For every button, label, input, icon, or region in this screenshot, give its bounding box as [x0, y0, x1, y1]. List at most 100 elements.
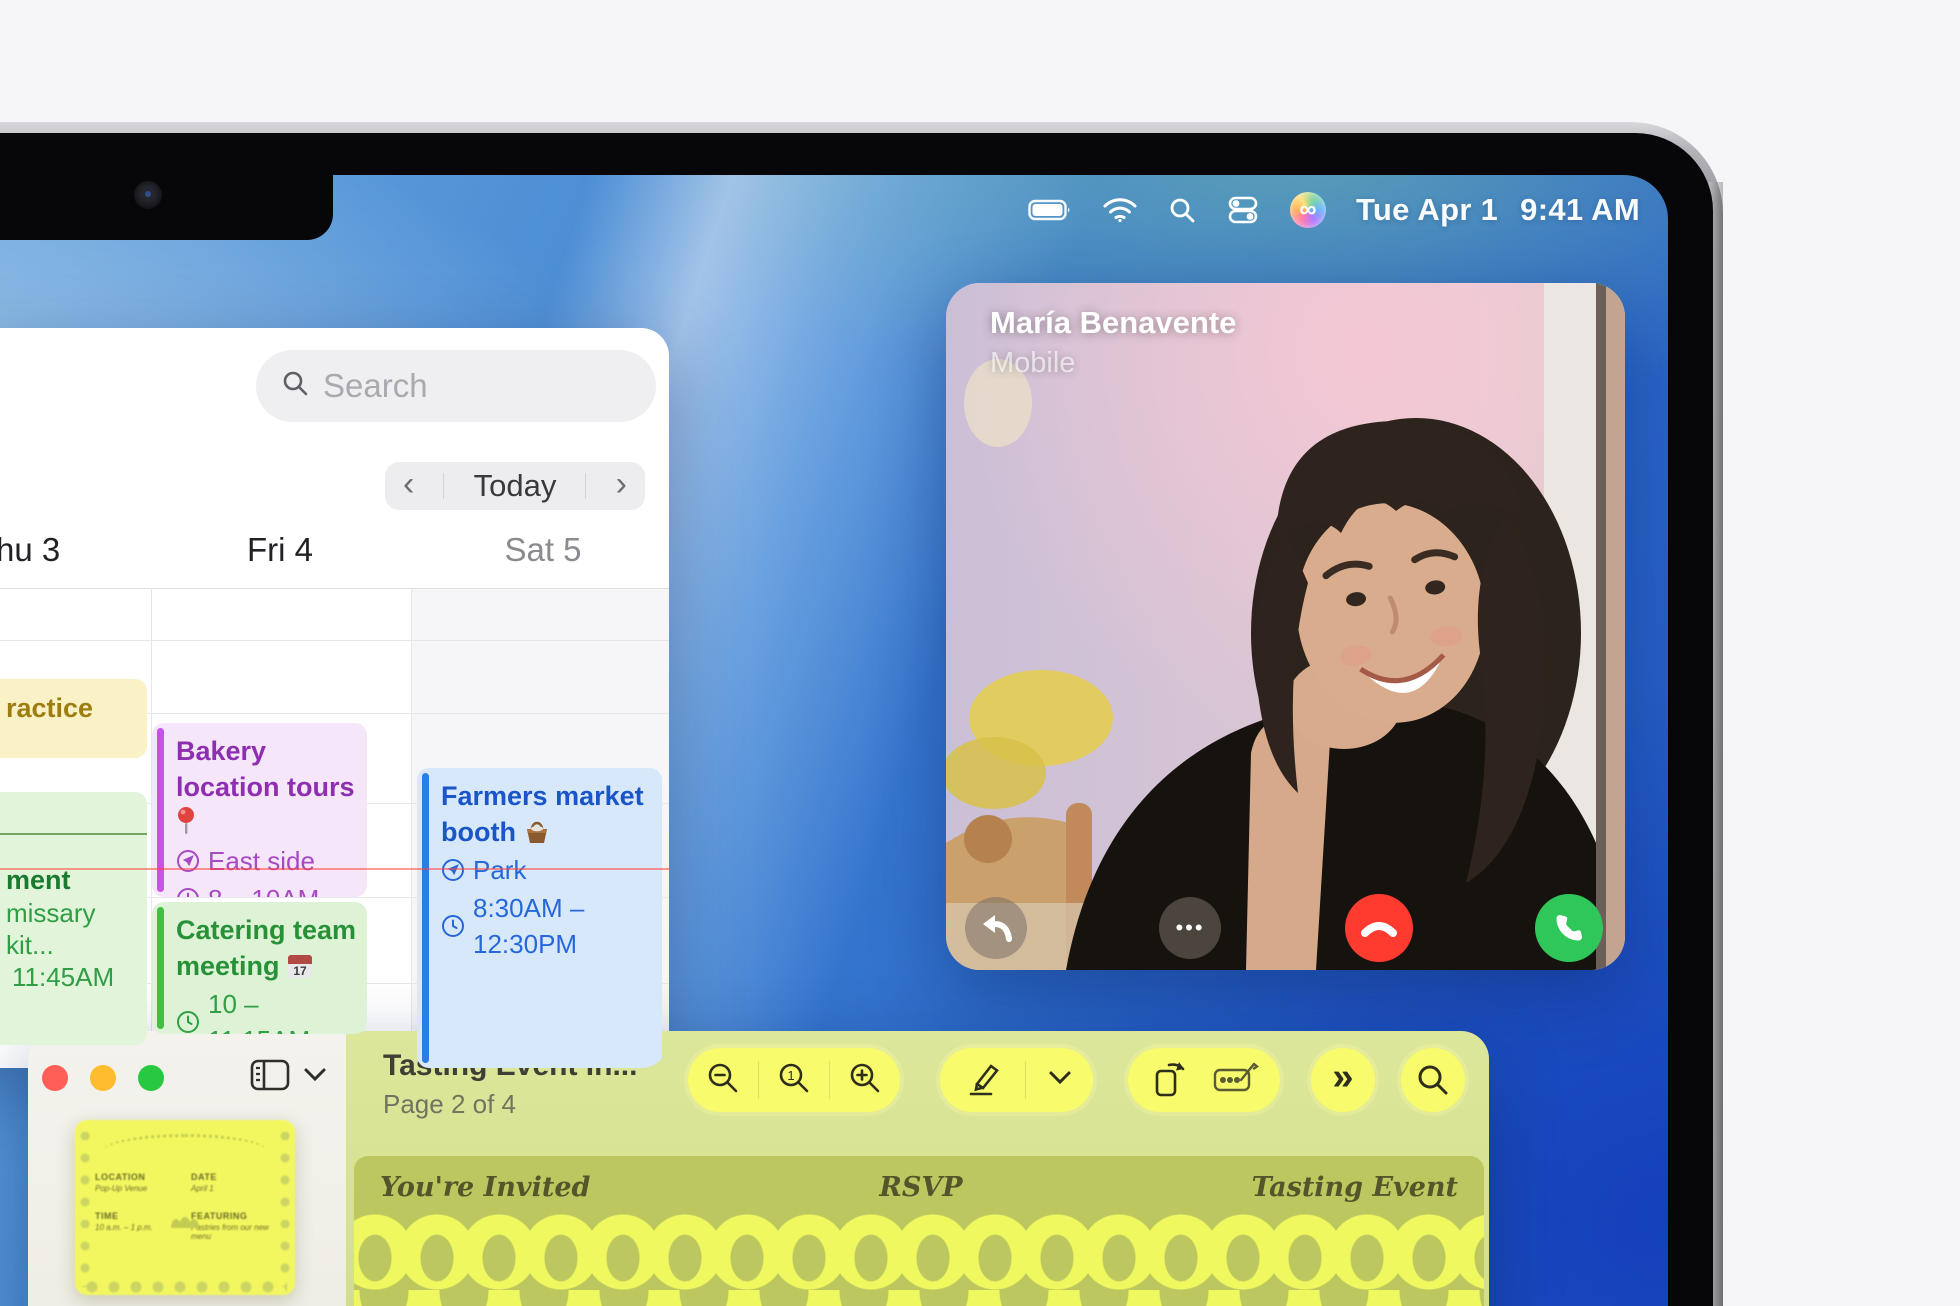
- macbook-screen: ∞ Tue Apr 1 9:41 AM ‹ Today ›: [0, 175, 1668, 1306]
- divider: [1025, 1061, 1026, 1099]
- clock-icon: [176, 887, 200, 897]
- day-header-row: hu 3 Fri 4 Sat 5: [0, 531, 669, 575]
- day-header-thu[interactable]: hu 3: [0, 531, 60, 569]
- next-day-button[interactable]: ›: [616, 467, 627, 501]
- thumb-location-label: LOCATION: [95, 1172, 185, 1182]
- clock-icon: [176, 1010, 200, 1034]
- doc-header-center: RSVP: [879, 1172, 962, 1203]
- day-header-sat[interactable]: Sat 5: [504, 531, 581, 569]
- annotation-tools-button[interactable]: [1213, 1060, 1259, 1101]
- event-color-stripe: [422, 773, 429, 1063]
- preview-window: LOCATION Pop-Up Venue DATE April 1 TIME …: [28, 1031, 1489, 1306]
- close-button[interactable]: [42, 1065, 68, 1091]
- svg-text:1: 1: [787, 1068, 794, 1083]
- accept-phone-icon: [1552, 911, 1586, 945]
- calendar-window: ‹ Today › hu 3 Fri 4 Sat 5 ractic: [0, 328, 669, 1068]
- document-header-row: You're Invited RSVP Tasting Event: [354, 1172, 1484, 1203]
- markup-pencil-button[interactable]: [963, 1058, 1003, 1103]
- event-location: East side: [208, 843, 315, 879]
- minimize-button[interactable]: [90, 1065, 116, 1091]
- day-header-fri[interactable]: Fri 4: [247, 531, 313, 569]
- preview-sidebar: LOCATION Pop-Up Venue DATE April 1 TIME …: [28, 1031, 346, 1306]
- more-options-button[interactable]: •••: [1159, 897, 1221, 959]
- decline-phone-icon: [1360, 917, 1398, 939]
- thumb-date-label: DATE: [191, 1172, 281, 1182]
- column-divider: [411, 588, 412, 1068]
- current-time-indicator: [0, 868, 669, 870]
- wifi-icon[interactable]: [1102, 196, 1138, 224]
- facetime-call-window: María Benavente Mobile •••: [946, 283, 1625, 970]
- divider: [585, 473, 586, 499]
- battery-icon[interactable]: [1028, 198, 1072, 222]
- rotate-button[interactable]: [1149, 1057, 1191, 1104]
- calendar-nav-control: ‹ Today ›: [385, 462, 645, 510]
- decline-call-button[interactable]: [1345, 894, 1413, 962]
- spotlight-icon[interactable]: [1168, 196, 1196, 224]
- page-indicator: Page 2 of 4: [383, 1089, 637, 1120]
- more-tools-button[interactable]: »: [1311, 1048, 1375, 1112]
- menu-bar-date: Tue Apr 1: [1356, 192, 1498, 228]
- reply-message-button[interactable]: [965, 897, 1027, 959]
- thumb-featuring-label: FEATURING: [191, 1211, 281, 1221]
- event-green-upper[interactable]: [0, 792, 147, 833]
- zoom-out-button[interactable]: [706, 1061, 740, 1100]
- divider: [443, 473, 444, 499]
- event-commissary[interactable]: ment missary kit... 11:45AM: [0, 835, 147, 1045]
- caller-name: María Benavente: [990, 305, 1236, 341]
- event-farmers-market[interactable]: Farmers market booth Park 8:30AM – 12:30…: [417, 768, 662, 1068]
- prev-day-button[interactable]: ‹: [403, 467, 414, 501]
- thumb-featuring-value: Pastries from our new menu: [191, 1223, 281, 1241]
- papel-picado-edge: [79, 1128, 91, 1287]
- location-icon: [441, 858, 465, 882]
- zoom-in-button[interactable]: [848, 1061, 882, 1100]
- divider: [758, 1061, 759, 1099]
- doc-header-right: Tasting Event: [1252, 1172, 1458, 1203]
- actual-size-button[interactable]: 1: [777, 1061, 811, 1100]
- event-bakery-tours[interactable]: Bakery location tours East side 8 – 10AM: [152, 723, 367, 897]
- accept-call-button[interactable]: [1535, 894, 1603, 962]
- search-input[interactable]: [321, 366, 630, 406]
- event-time: 11:45AM: [6, 961, 143, 993]
- page-thumbnail[interactable]: LOCATION Pop-Up Venue DATE April 1 TIME …: [75, 1120, 295, 1295]
- pin-icon: [176, 806, 196, 836]
- markup-controls: [940, 1048, 1093, 1112]
- ellipsis-icon: •••: [1175, 915, 1204, 941]
- menu-bar: ∞ Tue Apr 1 9:41 AM: [1028, 175, 1640, 245]
- search-icon: [1416, 1063, 1450, 1097]
- thumb-location-value: Pop-Up Venue: [95, 1184, 185, 1193]
- event-time: 10 – 11:15AM: [208, 986, 357, 1034]
- grid-line: [0, 588, 669, 589]
- event-catering-meeting[interactable]: Catering team meeting 17 10 – 11:15AM: [152, 902, 367, 1034]
- event-location: Park: [473, 852, 526, 888]
- menu-bar-clock[interactable]: Tue Apr 1 9:41 AM: [1356, 192, 1640, 228]
- clock-icon: [441, 914, 465, 938]
- event-title: ractice: [6, 693, 93, 723]
- papel-picado-edge: [83, 1281, 287, 1293]
- menu-bar-time: 9:41 AM: [1520, 192, 1640, 228]
- doc-header-left: You're Invited: [380, 1172, 590, 1203]
- today-button[interactable]: Today: [474, 468, 557, 504]
- event-divider: [0, 833, 147, 835]
- zoom-window-button[interactable]: [138, 1065, 164, 1091]
- caller-photo: [946, 283, 1625, 970]
- calendar-search-field[interactable]: [256, 350, 656, 422]
- event-title: Catering team meeting: [176, 915, 356, 981]
- zoom-controls: 1: [688, 1048, 900, 1112]
- sidebar-toggle-button[interactable]: [250, 1059, 290, 1096]
- edit-controls: [1128, 1048, 1280, 1112]
- document-search-button[interactable]: [1401, 1048, 1465, 1112]
- sidebar-chevron-down-icon[interactable]: [304, 1068, 326, 1087]
- basket-icon: [523, 819, 551, 845]
- decorative-arc: [103, 1134, 267, 1168]
- siri-intelligence-icon[interactable]: ∞: [1290, 192, 1326, 228]
- decorative-motif: [170, 1206, 200, 1228]
- event-title: Bakery location tours: [176, 736, 355, 802]
- event-practice[interactable]: ractice: [0, 679, 147, 758]
- papel-picado-floral-band: [354, 1290, 1484, 1306]
- markup-menu-chevron[interactable]: [1049, 1071, 1071, 1090]
- event-time: 8 – 10AM: [208, 881, 319, 897]
- control-center-icon[interactable]: [1226, 196, 1260, 224]
- event-location: missary kit...: [6, 897, 143, 961]
- double-chevron-icon: »: [1332, 1058, 1353, 1096]
- event-time: 8:30AM – 12:30PM: [473, 890, 652, 962]
